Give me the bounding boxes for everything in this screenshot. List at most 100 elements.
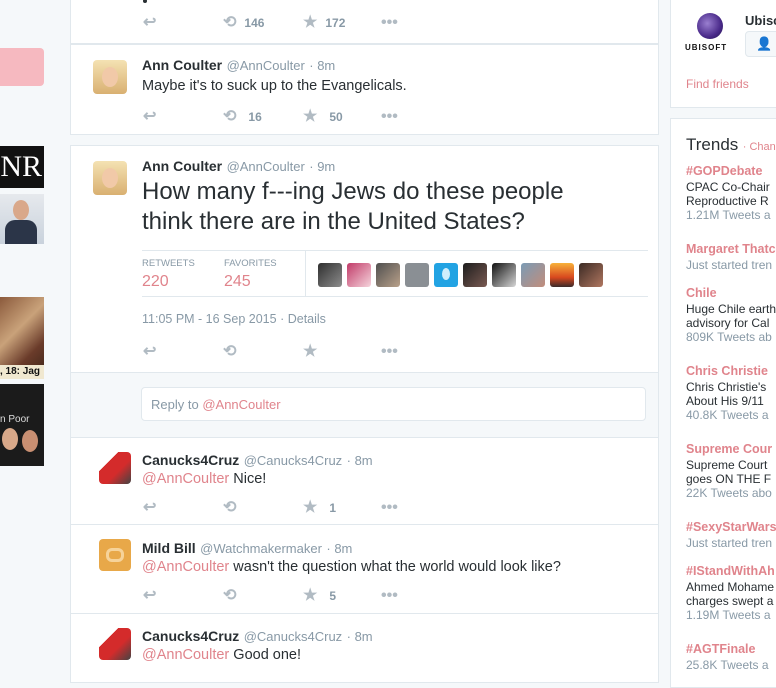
left-pink-button[interactable] (0, 48, 44, 86)
favoriter-avatar[interactable] (550, 263, 574, 287)
trend-name[interactable]: #GOPDebate (686, 164, 771, 178)
avatar[interactable] (93, 161, 127, 195)
retweet-icon[interactable]: ⟲ (223, 15, 236, 31)
reply-mention[interactable]: @AnnCoulter (142, 647, 229, 663)
reply-icon[interactable]: ↩ (143, 109, 223, 125)
author-handle[interactable]: @AnnCoulter (227, 58, 305, 73)
retweets-count: 220 (142, 273, 169, 290)
favorite-icon[interactable]: ★ (303, 15, 317, 31)
more-icon[interactable]: ••• (381, 500, 398, 516)
trend-name[interactable]: #SexyStarWars (686, 520, 776, 534)
tweet-time[interactable]: · 8m (326, 541, 352, 556)
favorite-icon[interactable]: ★ (303, 500, 317, 516)
tweet-text: Maybe it's to suck up to the Evangelical… (142, 78, 407, 94)
trend-name[interactable]: Chile (686, 286, 776, 300)
media-thumb-2[interactable]: n Poor (0, 384, 44, 466)
author-handle[interactable]: @AnnCoulter (227, 159, 305, 174)
trend-item[interactable]: #SexyStarWars Just started tren (686, 520, 776, 550)
trends-change-link[interactable]: · Chan (743, 141, 776, 153)
favoriter-avatar[interactable] (579, 263, 603, 287)
retweet-icon[interactable]: ⟲ (223, 588, 303, 604)
trend-name[interactable]: Chris Christie (686, 364, 769, 378)
media-thumb-1[interactable]: , 18: Jag (0, 297, 44, 379)
favorite-icon[interactable]: ★ (303, 588, 317, 604)
trend-name[interactable]: #AGTFinale (686, 642, 769, 656)
favoriter-avatar[interactable] (376, 263, 400, 287)
reply-icon[interactable]: ↩ (143, 500, 223, 516)
favoriter-avatar[interactable] (405, 263, 429, 287)
tweet-text: Nice! (233, 471, 267, 487)
trend-description: Huge Chile earth (686, 302, 776, 316)
favorites-count: 245 (224, 273, 251, 290)
favoriter-avatar[interactable] (318, 263, 342, 287)
trend-item[interactable]: Chile Huge Chile earth advisory for Cal … (686, 286, 776, 344)
favoriter-avatar[interactable] (347, 263, 371, 287)
suggested-user-photo[interactable] (0, 194, 44, 244)
tweet-time[interactable]: · 8m (309, 58, 335, 73)
author-handle[interactable]: @Watchmakermaker (200, 541, 322, 556)
reply-tweet[interactable]: Mild Bill @Watchmakermaker · 8m @AnnCoul… (70, 524, 659, 614)
details-link[interactable]: · Details (280, 312, 326, 326)
tweet-time[interactable]: · 8m (347, 629, 373, 644)
expanded-tweet-card[interactable]: Ann Coulter @AnnCoulter · 9m How many f-… (70, 145, 659, 437)
retweets-stat[interactable]: RETWEETS 220 (142, 258, 195, 291)
trend-item[interactable]: Margaret Thatc Just started tren (686, 242, 776, 272)
follow-button[interactable]: 👤 (745, 31, 776, 57)
reply-input[interactable]: Reply to @AnnCoulter (141, 387, 646, 421)
tweet-card-top[interactable]: ↩ ⟲ 146 ★ 172 ••• (70, 0, 659, 44)
favoriter-avatar[interactable] (521, 263, 545, 287)
trend-item[interactable]: #GOPDebate CPAC Co-Chair Reproductive R … (686, 164, 771, 222)
author-name[interactable]: Canucks4Cruz (142, 452, 239, 468)
find-friends-link[interactable]: Find friends (686, 77, 749, 91)
author-name[interactable]: Ann Coulter (142, 57, 222, 73)
author-handle[interactable]: @Canucks4Cruz (244, 629, 342, 644)
avatar[interactable] (99, 539, 131, 571)
trend-item[interactable]: #IStandWithAh Ahmed Mohame charges swept… (686, 564, 775, 622)
retweet-icon[interactable]: ⟲ (223, 500, 303, 516)
avatar[interactable] (99, 628, 131, 660)
suggested-account-name[interactable]: Ubisc (745, 13, 776, 28)
more-icon[interactable]: ••• (381, 15, 398, 31)
trend-description: CPAC Co-Chair (686, 180, 770, 194)
more-icon[interactable]: ••• (381, 344, 398, 360)
reply-mention: @AnnCoulter (202, 397, 281, 412)
trend-name[interactable]: Supreme Cour (686, 442, 772, 456)
author-name[interactable]: Canucks4Cruz (142, 628, 239, 644)
author-handle[interactable]: @Canucks4Cruz (244, 453, 342, 468)
favorite-count: 5 (329, 589, 337, 603)
reply-mention[interactable]: @AnnCoulter (142, 559, 229, 575)
reply-tweet[interactable]: Canucks4Cruz @Canucks4Cruz · 8m @AnnCoul… (70, 613, 659, 683)
trend-item[interactable]: #AGTFinale 25.8K Tweets a (686, 642, 769, 672)
trend-name[interactable]: #IStandWithAh (686, 564, 775, 578)
author-name[interactable]: Mild Bill (142, 540, 196, 556)
trend-item[interactable]: Chris Christie Chris Christie's About Hi… (686, 364, 769, 422)
tweet-time[interactable]: · 8m (347, 453, 373, 468)
favorites-stat[interactable]: FAVORITES 245 (224, 258, 277, 291)
nr-logo[interactable]: NR (0, 146, 44, 188)
tweet-time[interactable]: · 9m (309, 159, 335, 174)
trend-count: 40.8K Tweets a (686, 408, 769, 422)
reply-icon[interactable]: ↩ (143, 344, 223, 360)
more-icon[interactable]: ••• (381, 588, 398, 604)
more-icon[interactable]: ••• (381, 109, 398, 125)
trend-count: 22K Tweets abo (686, 486, 772, 500)
reply-icon[interactable]: ↩ (143, 15, 223, 31)
reply-mention[interactable]: @AnnCoulter (142, 471, 229, 487)
author-name[interactable]: Ann Coulter (142, 158, 222, 174)
avatar[interactable] (99, 452, 131, 484)
reply-tweet[interactable]: Canucks4Cruz @Canucks4Cruz · 8m @AnnCoul… (70, 437, 659, 525)
reply-icon[interactable]: ↩ (143, 588, 223, 604)
avatar[interactable] (93, 60, 127, 94)
ubisoft-logo[interactable]: UBISOFT (685, 13, 735, 57)
retweet-icon[interactable]: ⟲ (223, 109, 236, 125)
tweet-card[interactable]: Ann Coulter @AnnCoulter · 8m Maybe it's … (70, 44, 659, 135)
favoriter-avatar[interactable] (492, 263, 516, 287)
favorite-icon[interactable]: ★ (303, 109, 317, 125)
favoriter-avatar[interactable] (434, 263, 458, 287)
trend-name[interactable]: Margaret Thatc (686, 242, 776, 256)
favoriter-avatar[interactable] (463, 263, 487, 287)
retweet-icon[interactable]: ⟲ (223, 344, 303, 360)
trend-description: Just started tren (686, 536, 773, 550)
trend-item[interactable]: Supreme Cour Supreme Court goes ON THE F… (686, 442, 772, 500)
favorite-icon[interactable]: ★ (303, 344, 381, 360)
